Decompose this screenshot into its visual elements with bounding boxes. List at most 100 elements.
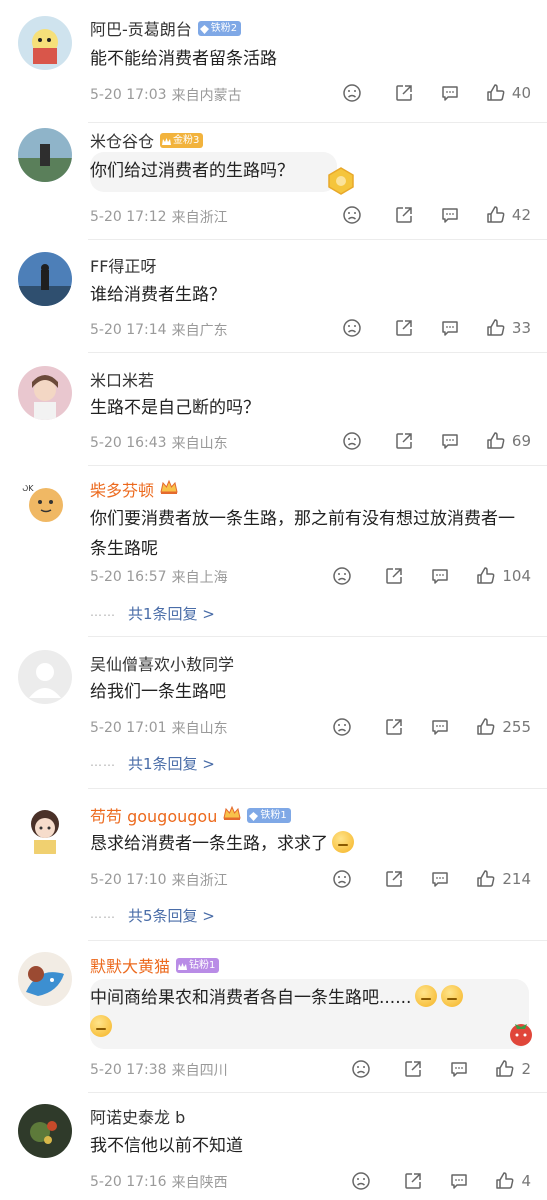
reply-button[interactable] (440, 318, 460, 338)
comment-text[interactable]: 你们要消费者放一条生路，那之前有没有想过放消费者一条生路呢 (90, 504, 529, 564)
comment-text[interactable]: 生路不是自己断的吗？ (90, 393, 529, 423)
comment-text[interactable]: 恳求给消费者一条生路，求求了 (90, 829, 529, 859)
share-button[interactable] (394, 431, 414, 451)
frown-face-icon (342, 431, 362, 451)
comment-text[interactable]: 能不能给消费者留条活路 (90, 44, 529, 74)
comment-text-content: 恳求给消费者一条生路，求求了 (90, 834, 328, 854)
frown-face-icon (351, 1059, 371, 1079)
reply-button[interactable] (449, 1171, 469, 1191)
avatar[interactable] (18, 650, 72, 704)
avatar[interactable] (18, 252, 72, 306)
comment-text[interactable]: 我不信他以前不知道 (90, 1131, 529, 1161)
dislike-button[interactable] (342, 205, 362, 225)
avatar[interactable] (18, 366, 72, 420)
username[interactable]: 苟苟 gougougou (90, 803, 217, 827)
comment-text[interactable]: 中间商给果农和消费者各自一条生路吧...... (90, 979, 529, 1049)
thumbs-up-icon (486, 83, 506, 103)
username[interactable]: 默默大黄猫 (90, 953, 170, 977)
avatar[interactable] (18, 16, 72, 70)
share-icon (394, 83, 414, 103)
like-button[interactable]: 4 (495, 1171, 531, 1191)
dislike-button[interactable] (342, 431, 362, 451)
username[interactable]: FF得正呀 (90, 253, 156, 277)
fan-badge: 铁粉2 (197, 20, 242, 36)
reply-button[interactable] (440, 83, 460, 103)
like-button[interactable]: 42 (486, 205, 531, 225)
dislike-button[interactable] (342, 318, 362, 338)
divider (88, 636, 547, 637)
divider (88, 465, 547, 466)
like-button[interactable]: 40 (486, 83, 531, 103)
comment-date: 5-20 17:12 (90, 209, 167, 225)
view-replies-link[interactable]: ⋯⋯ 共5条回复 > (90, 905, 215, 926)
avatar[interactable] (18, 1104, 72, 1158)
view-replies-link[interactable]: ⋯⋯ 共1条回复 > (90, 753, 215, 774)
username[interactable]: 柴多芬顿 (90, 477, 154, 501)
share-button[interactable] (394, 83, 414, 103)
frown-face-icon (332, 566, 352, 586)
thumbs-up-icon (476, 869, 496, 889)
dislike-button[interactable] (332, 566, 352, 586)
actions: 40 (342, 83, 531, 103)
actions: 214 (332, 869, 531, 889)
actions: 104 (332, 566, 531, 586)
avatar[interactable] (18, 802, 72, 856)
name-row: 吴仙僧喜欢小敖同学 (90, 651, 234, 675)
comment-text[interactable]: 给我们一条生路吧 (90, 677, 529, 707)
avatar[interactable] (18, 952, 72, 1006)
username[interactable]: 米口米若 (90, 367, 154, 391)
view-replies-link[interactable]: ⋯⋯ 共1条回复 > (90, 603, 215, 624)
thumbs-up-icon (495, 1171, 515, 1191)
avatar[interactable]: OK (18, 477, 72, 531)
like-button[interactable]: 104 (476, 566, 531, 586)
comment-location: 来自广东 (171, 323, 228, 339)
frown-face-icon (332, 717, 352, 737)
share-button[interactable] (394, 205, 414, 225)
dislike-button[interactable] (342, 83, 362, 103)
frown-face-icon (342, 83, 362, 103)
comment-icon (449, 1171, 469, 1191)
like-button[interactable]: 255 (476, 717, 531, 737)
reply-button[interactable] (449, 1059, 469, 1079)
reply-dots: ⋯⋯ (90, 910, 116, 924)
reply-button[interactable] (430, 566, 450, 586)
share-button[interactable] (384, 869, 404, 889)
reply-button[interactable] (430, 717, 450, 737)
avatar[interactable] (18, 128, 72, 182)
fan-badge: 铁粉1 (247, 807, 291, 823)
dislike-button[interactable] (351, 1059, 371, 1079)
share-button[interactable] (403, 1171, 423, 1191)
like-button[interactable]: 33 (486, 318, 531, 338)
like-count: 40 (511, 84, 531, 102)
divider (88, 122, 547, 123)
like-button[interactable]: 214 (476, 869, 531, 889)
username[interactable]: 阿诺史泰龙 b (90, 1104, 185, 1128)
dislike-button[interactable] (351, 1171, 371, 1191)
reply-button[interactable] (430, 869, 450, 889)
comment-text[interactable]: 谁给消费者生路？ (90, 280, 529, 310)
comment-icon (440, 83, 460, 103)
reply-button[interactable] (440, 431, 460, 451)
frown-face-icon (342, 205, 362, 225)
username[interactable]: 吴仙僧喜欢小敖同学 (90, 651, 234, 675)
view-replies-label: 共1条回复 > (128, 755, 215, 773)
like-count: 214 (502, 870, 531, 888)
like-button[interactable]: 69 (486, 431, 531, 451)
share-button[interactable] (394, 318, 414, 338)
reply-button[interactable] (440, 205, 460, 225)
view-replies-label: 共1条回复 > (128, 605, 215, 623)
username[interactable]: 阿巴-贡葛朗台 (90, 16, 192, 40)
share-icon (394, 318, 414, 338)
thumbs-up-icon (476, 717, 496, 737)
dislike-button[interactable] (332, 717, 352, 737)
reply-dots: ⋯⋯ (90, 758, 116, 772)
comment-date: 5-20 17:16 (90, 1174, 167, 1190)
share-button[interactable] (384, 566, 404, 586)
share-button[interactable] (403, 1059, 423, 1079)
like-button[interactable]: 2 (495, 1059, 531, 1079)
name-row: 苟苟 gougougou 铁粉1 (90, 803, 291, 827)
dislike-button[interactable] (332, 869, 352, 889)
username[interactable]: 米仓谷仓 (90, 128, 154, 152)
comment-text[interactable]: 你们给过消费者的生路吗？ (90, 152, 337, 192)
share-button[interactable] (384, 717, 404, 737)
